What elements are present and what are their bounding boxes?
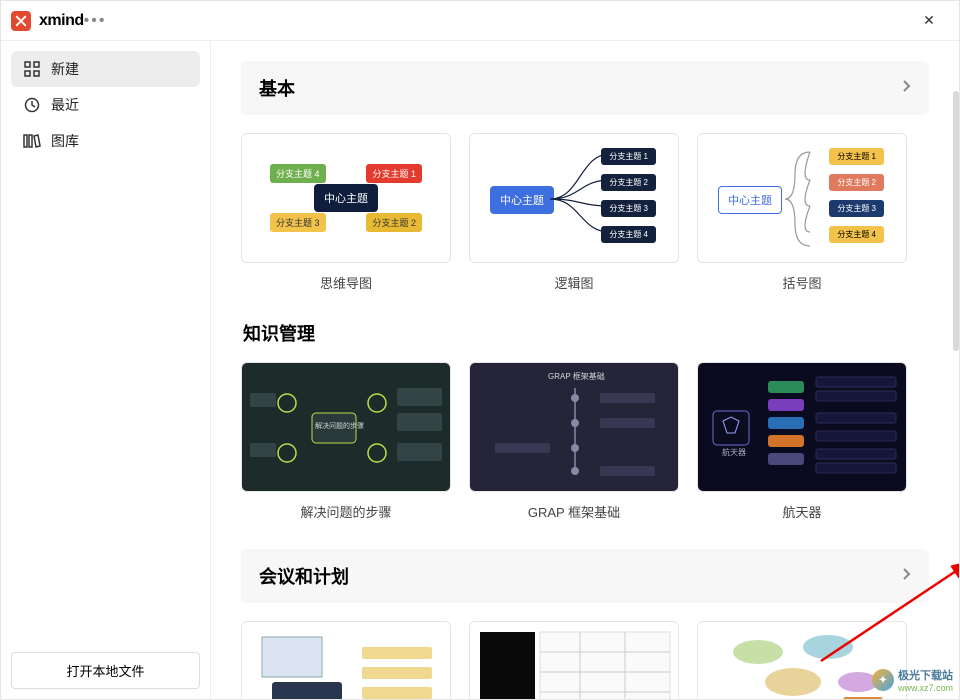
open-local-file-button[interactable]: 打开本地文件 [11,652,200,689]
sidebar-item-recent[interactable]: 最近 [11,87,200,123]
thumb-node: 分支主题 2 [366,213,422,232]
thumb-center: 中心主题 [718,186,782,214]
scrollbar[interactable] [953,91,959,351]
sidebar-item-label: 最近 [51,95,79,115]
sidebar-nav: 新建 最近 图库 [11,51,200,159]
template-caption: 思维导图 [241,273,451,292]
template-card-problem-solving: 解决问题的步骤 解决问题的步骤 [241,362,451,521]
template-card-spacecraft: 航天器 航天器 [697,362,907,521]
chevron-right-icon [901,567,911,586]
thumb-node: 分支主题 1 [601,148,656,165]
sidebar: 新建 最近 图库 打开本地文件 [1,41,211,699]
sidebar-item-library[interactable]: 图库 [11,123,200,159]
thumb-center: 中心主题 [490,186,554,214]
template-thumb-mindmap[interactable]: 中心主题 分支主题 1 分支主题 2 分支主题 3 分支主题 4 [241,133,451,263]
app-body: 新建 最近 图库 打开本地文件 [1,41,959,699]
library-icon [23,132,41,150]
thumb-node: 分支主题 3 [829,200,884,217]
thumb-center: 中心主题 [314,184,378,212]
section-knowledge-title: 知识管理 [243,320,929,346]
app-window: xmind ••• ✕ 新建 最近 [0,0,960,700]
meetings-templates-grid [241,621,929,699]
section-basic-header[interactable]: 基本 [241,61,929,115]
window-close-button[interactable]: ✕ [909,12,949,29]
template-card-mindmap: 中心主题 分支主题 1 分支主题 2 分支主题 3 分支主题 4 思维导图 [241,133,451,292]
thumb-graphic [698,363,907,492]
section-meetings-header[interactable]: 会议和计划 [241,549,929,603]
thumb-node: 分支主题 2 [829,174,884,191]
thumb-node: 分支主题 1 [366,164,422,183]
template-thumb-grap[interactable]: GRAP 框架基础 [469,362,679,492]
thumb-node: 分支主题 3 [601,200,656,217]
thumb-node: 分支主题 4 [270,164,326,183]
template-caption: 航天器 [697,502,907,521]
chevron-right-icon [901,79,911,98]
template-thumb-bracket[interactable]: 中心主题 分支主题 1 分支主题 2 分支主题 3 分支主题 4 [697,133,907,263]
thumb-node: 分支主题 2 [601,174,656,191]
template-thumb-logic[interactable]: 中心主题 分支主题 1 分支主题 2 分支主题 3 分支主题 4 [469,133,679,263]
thumb-center-label: GRAP 框架基础 [548,371,605,382]
template-card-logic: 中心主题 分支主题 1 分支主题 2 分支主题 3 分支主题 4 逻辑图 [469,133,679,292]
template-thumb-problem-solving[interactable]: 解决问题的步骤 [241,362,451,492]
sidebar-item-new[interactable]: 新建 [11,51,200,87]
template-caption: 解决问题的步骤 [241,502,451,521]
thumb-graphic [470,363,679,492]
app-logo-icon [11,11,31,31]
grid-icon [23,60,41,78]
more-menu-button[interactable]: ••• [84,12,107,30]
template-card-grap: GRAP 框架基础 GRAP 框架基础 [469,362,679,521]
template-caption: 逻辑图 [469,273,679,292]
section-basic-title: 基本 [259,75,295,101]
thumb-node: 分支主题 4 [601,226,656,243]
title-bar: xmind ••• ✕ [1,1,959,41]
template-thumb-meeting-2[interactable] [469,621,679,699]
template-caption: GRAP 框架基础 [469,502,679,521]
main-content: 基本 中心主题 分支主题 1 分支主题 2 分支主题 3 分支主题 4 思维导图 [211,41,959,699]
thumb-node: 分支主题 4 [829,226,884,243]
thumb-node: 分支主题 1 [829,148,884,165]
sidebar-item-label: 新建 [51,59,79,79]
knowledge-templates-grid: 解决问题的步骤 解决问题的步骤 [241,362,929,521]
app-brand: xmind [39,12,84,30]
template-thumb-spacecraft[interactable]: 航天器 [697,362,907,492]
basic-templates-grid: 中心主题 分支主题 1 分支主题 2 分支主题 3 分支主题 4 思维导图 中心… [241,133,929,292]
clock-icon [23,96,41,114]
thumb-node: 分支主题 3 [270,213,326,232]
thumb-center-label: 航天器 [722,447,746,458]
section-meetings-title: 会议和计划 [259,563,349,589]
thumb-center-label: 解决问题的步骤 [315,421,364,431]
template-thumb-meeting-1[interactable] [241,621,451,699]
template-thumb-meeting-3[interactable] [697,621,907,699]
sidebar-item-label: 图库 [51,131,79,151]
template-card-bracket: 中心主题 分支主题 1 分支主题 2 分支主题 3 分支主题 4 括号图 [697,133,907,292]
template-caption: 括号图 [697,273,907,292]
